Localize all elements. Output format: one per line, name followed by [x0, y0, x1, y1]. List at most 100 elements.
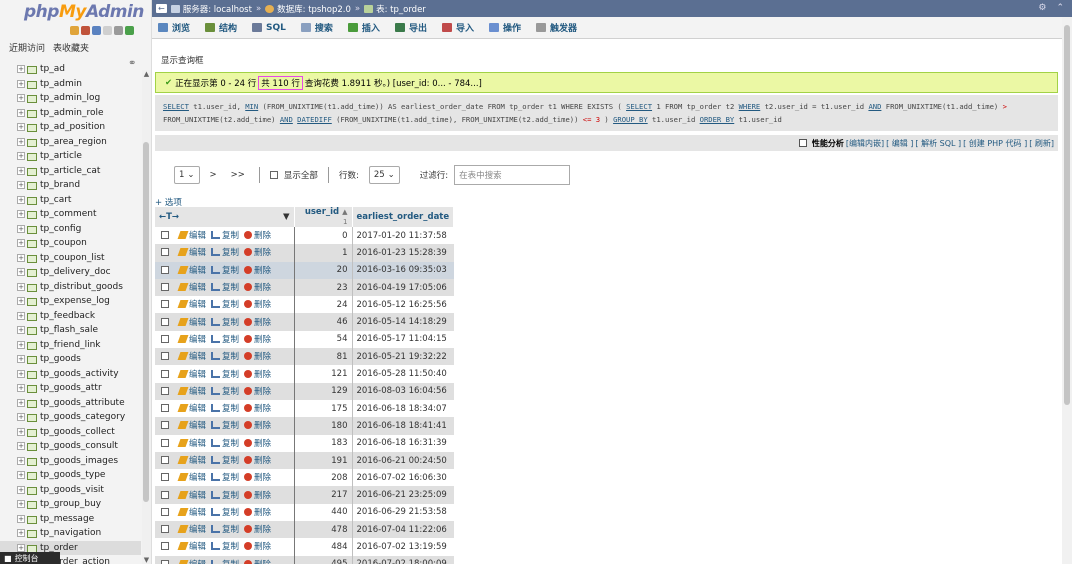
sidebar-item-tp-admin-log[interactable]: + tp_admin_log — [0, 91, 141, 106]
expand-icon[interactable]: + — [17, 210, 25, 219]
table-row[interactable]: 编辑 复制 删除 121 2016-05-28 11:50:40 — [155, 365, 454, 383]
user-id-cell[interactable]: 217 — [294, 486, 353, 504]
collapse-icon[interactable]: ⌃ — [1056, 3, 1064, 13]
delete-button[interactable]: 删除 — [244, 281, 271, 293]
last-button[interactable]: >> — [227, 170, 249, 180]
earliest-order-date-cell[interactable]: 2016-06-18 16:31:39 — [352, 434, 454, 452]
row-checkbox[interactable] — [161, 334, 169, 343]
user-id-cell[interactable]: 175 — [294, 399, 353, 418]
copy-button[interactable]: 复制 — [211, 281, 239, 293]
copy-button[interactable]: 复制 — [211, 264, 239, 276]
page-select[interactable]: 1 ⌄ — [174, 166, 200, 184]
edit-button[interactable]: 编辑 — [177, 506, 206, 518]
edit-button[interactable]: 编辑 — [177, 368, 206, 380]
copy-button[interactable]: 复制 — [211, 350, 239, 362]
sql-keyword-link[interactable]: SELECT — [626, 102, 652, 111]
main-scroll-thumb[interactable] — [1064, 25, 1070, 405]
breadcrumb-server[interactable]: 服务器: localhost — [183, 3, 252, 15]
column-arrows[interactable]: ←T→ — [159, 212, 179, 222]
column-arrows-header[interactable]: ←T→ ▼ — [155, 207, 295, 227]
earliest-order-date-cell[interactable]: 2016-05-17 11:04:15 — [352, 330, 454, 349]
user-id-cell[interactable]: 484 — [294, 538, 353, 556]
earliest-order-date-cell[interactable]: 2016-05-12 16:25:56 — [352, 296, 454, 314]
table-row[interactable]: 编辑 复制 删除 24 2016-05-12 16:25:56 — [155, 296, 454, 314]
console-toggle[interactable]: ■ 控制台 — [0, 552, 60, 564]
earliest-order-date-cell[interactable]: 2016-05-21 19:32:22 — [352, 348, 454, 366]
delete-button[interactable]: 删除 — [244, 506, 271, 518]
row-checkbox[interactable] — [161, 456, 169, 464]
filter-dropdown-icon[interactable]: ▼ — [283, 212, 290, 222]
copy-button[interactable]: 复制 — [211, 558, 239, 564]
table-row[interactable]: 编辑 复制 删除 23 2016-04-19 17:05:06 — [155, 278, 454, 297]
expand-icon[interactable]: + — [17, 456, 25, 465]
expand-icon[interactable]: + — [17, 543, 25, 552]
copy-button[interactable]: 复制 — [211, 316, 239, 328]
expand-icon[interactable]: + — [17, 137, 25, 146]
row-checkbox[interactable] — [161, 542, 169, 551]
table-row[interactable]: 编辑 复制 删除 0 2017-01-20 11:37:58 — [155, 227, 454, 245]
user-id-cell[interactable]: 121 — [294, 365, 353, 383]
row-checkbox[interactable] — [161, 369, 169, 378]
expand-icon[interactable]: + — [17, 500, 25, 509]
table-row[interactable]: 编辑 复制 删除 180 2016-06-18 18:41:41 — [155, 417, 454, 435]
sidebar-item-tp-area-region[interactable]: + tp_area_region — [0, 135, 141, 150]
copy-button[interactable]: 复制 — [211, 489, 239, 501]
user-id-cell[interactable]: 495 — [294, 555, 353, 564]
sidebar-item-tp-ad-position[interactable]: + tp_ad_position — [0, 120, 141, 135]
tab-recent[interactable]: 近期访问 — [9, 41, 45, 57]
earliest-order-date-header[interactable]: earliest_order_date — [352, 207, 455, 227]
table-row[interactable]: 编辑 复制 删除 217 2016-06-21 23:25:09 — [155, 486, 454, 504]
sidebar-item-tp-feedback[interactable]: + tp_feedback — [0, 309, 141, 324]
earliest-order-date-cell[interactable]: 2016-08-03 16:04:56 — [352, 382, 454, 400]
earliest-order-date-cell[interactable]: 2016-07-04 11:22:06 — [352, 521, 454, 539]
sidebar-item-tp-brand[interactable]: + tp_brand — [0, 178, 141, 193]
table-row[interactable]: 编辑 复制 删除 129 2016-08-03 16:04:56 — [155, 382, 454, 400]
delete-button[interactable]: 删除 — [244, 419, 271, 431]
sort-indicator[interactable]: ▲ 1 — [342, 208, 347, 226]
next-button[interactable]: > — [206, 170, 221, 180]
phpmyadmin-logo[interactable]: phpMyAdmin — [24, 2, 144, 22]
row-checkbox[interactable] — [161, 317, 169, 326]
sidebar-item-tp-goods-category[interactable]: + tp_goods_category — [0, 410, 141, 425]
table-row[interactable]: 编辑 复制 删除 183 2016-06-18 16:31:39 — [155, 434, 454, 452]
expand-icon[interactable]: + — [17, 152, 25, 161]
copy-button[interactable]: 复制 — [211, 419, 239, 431]
rows-select[interactable]: 25 ⌄ — [368, 166, 400, 184]
user-id-cell[interactable]: 54 — [294, 330, 353, 349]
user-id-cell[interactable]: 23 — [294, 278, 353, 297]
user-id-cell[interactable]: 180 — [294, 417, 353, 435]
filter-rows-input[interactable]: 在表中搜索 — [454, 165, 571, 185]
user-id-header[interactable]: user_id ▲ 1 — [294, 207, 353, 227]
earliest-order-date-cell[interactable]: 2016-05-28 11:50:40 — [352, 365, 454, 383]
sidebar-item-tp-message[interactable]: + tp_message — [0, 512, 141, 527]
delete-button[interactable]: 删除 — [244, 437, 271, 449]
edit-button[interactable]: 编辑 — [177, 419, 206, 431]
expand-icon[interactable]: + — [17, 471, 25, 480]
sidebar-scrollbar[interactable]: ▲ ▼ — [142, 70, 151, 564]
edit-button[interactable]: 编辑 — [177, 437, 206, 449]
earliest-order-date-cell[interactable]: 2016-06-18 18:34:07 — [352, 399, 454, 418]
delete-button[interactable]: 删除 — [244, 350, 271, 362]
table-row[interactable]: 编辑 复制 删除 46 2016-05-14 14:18:29 — [155, 313, 454, 331]
sql-keyword-link[interactable]: GROUP BY — [613, 115, 648, 124]
expand-icon[interactable]: + — [17, 442, 25, 451]
earliest-order-date-cell[interactable]: 2016-06-21 00:24:50 — [352, 451, 454, 470]
earliest-order-date-cell[interactable]: 2016-05-14 14:18:29 — [352, 313, 454, 331]
row-checkbox[interactable] — [161, 507, 169, 516]
refresh-link[interactable]: [ 刷新] — [1029, 138, 1054, 149]
table-row[interactable]: 编辑 复制 删除 191 2016-06-21 00:24:50 — [155, 451, 454, 470]
user-id-cell[interactable]: 81 — [294, 348, 353, 366]
sql-keyword-link[interactable]: AND — [280, 115, 293, 124]
sidebar-item-tp-cart[interactable]: + tp_cart — [0, 193, 141, 208]
expand-icon[interactable]: + — [17, 311, 25, 320]
user-id-header-label[interactable]: user_id — [305, 207, 339, 217]
delete-button[interactable]: 删除 — [244, 264, 271, 276]
earliest-order-date-cell[interactable]: 2016-07-02 13:19:59 — [352, 538, 454, 556]
copy-button[interactable]: 复制 — [211, 333, 239, 345]
expand-icon[interactable]: + — [17, 427, 25, 436]
copy-button[interactable]: 复制 — [211, 454, 239, 466]
expand-icon[interactable]: + — [17, 224, 25, 233]
sql-keyword-link[interactable]: AND — [868, 102, 881, 111]
sidebar-item-tp-goods-consult[interactable]: + tp_goods_consult — [0, 439, 141, 454]
row-checkbox[interactable] — [161, 231, 169, 240]
